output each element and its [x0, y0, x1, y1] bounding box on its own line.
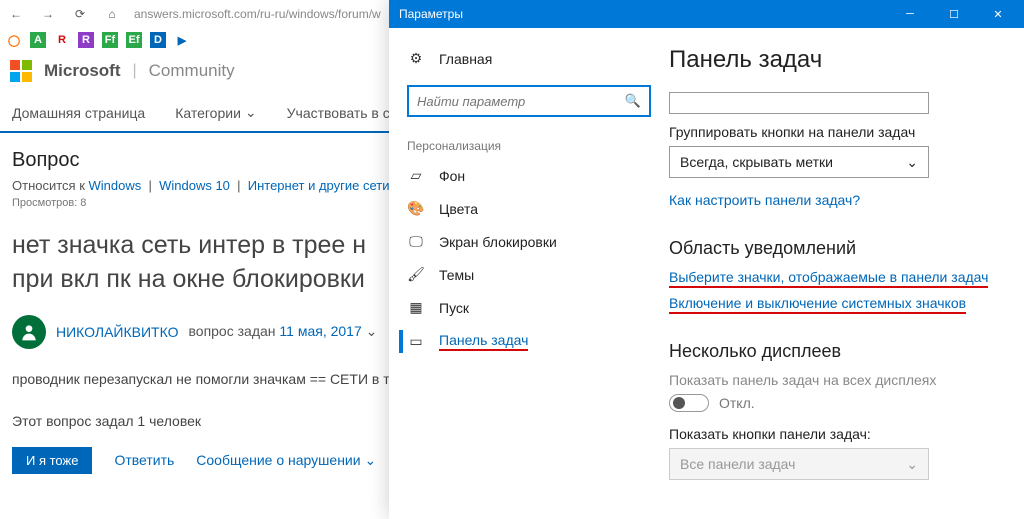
show-buttons-dropdown: Все панели задач ⌄ — [669, 448, 929, 480]
select-icons-link[interactable]: Выберите значки, отображаемые в панели з… — [669, 269, 988, 285]
chevron-down-icon[interactable]: ⌄ — [366, 323, 378, 339]
howto-link[interactable]: Как настроить панели задач? — [669, 192, 860, 208]
settings-home[interactable]: ⚙ Главная — [399, 42, 659, 75]
fav-icon-5[interactable]: Ff — [102, 32, 118, 48]
chevron-down-icon: ⌄ — [906, 456, 918, 473]
taskbar-icon: ▭ — [407, 333, 425, 350]
lock-icon: 🖵 — [407, 233, 425, 250]
fav-icon-1[interactable]: ◯ — [6, 32, 22, 48]
post-date-link[interactable]: 11 мая, 2017 — [279, 323, 361, 339]
forward-icon[interactable]: → — [38, 4, 58, 24]
search-input[interactable] — [417, 94, 625, 109]
settings-search[interactable]: 🔍 — [407, 85, 651, 117]
titlebar[interactable]: Параметры ─ ☐ ✕ — [389, 0, 1024, 28]
author-link[interactable]: НИКОЛАЙКВИТКО — [56, 324, 179, 340]
bc-windows[interactable]: Windows — [89, 178, 142, 193]
search-icon: 🔍 — [625, 93, 641, 109]
multi-taskbar-toggle[interactable] — [669, 394, 709, 412]
settings-window: Параметры ─ ☐ ✕ ⚙ Главная 🔍 Персонализац… — [389, 0, 1024, 519]
bc-internet[interactable]: Интернет и другие сети — [248, 178, 390, 193]
report-link[interactable]: Сообщение о нарушении ⌄ — [196, 452, 376, 469]
window-title: Параметры — [399, 7, 888, 21]
minimize-button[interactable]: ─ — [888, 0, 932, 28]
reply-link[interactable]: Ответить — [114, 452, 174, 468]
home-icon[interactable]: ⌂ — [102, 4, 122, 24]
fav-icon-3[interactable]: R — [54, 32, 70, 48]
chevron-down-icon: ⌄ — [906, 154, 918, 171]
nav-background[interactable]: ▱Фон — [399, 159, 659, 192]
brush-icon: 🖌 — [407, 266, 425, 283]
toggle-state: Откл. — [719, 395, 755, 411]
nav-themes[interactable]: 🖌Темы — [399, 258, 659, 291]
nav-lockscreen[interactable]: 🖵Экран блокировки — [399, 225, 659, 258]
combine-label: Группировать кнопки на панели задач — [669, 124, 1014, 140]
multi-taskbar-label: Показать панель задач на всех дисплеях — [669, 372, 1014, 388]
nav-home[interactable]: Домашняя страница — [12, 104, 145, 121]
palette-icon: 🎨 — [407, 200, 425, 217]
me-too-button[interactable]: И я тоже — [12, 447, 92, 474]
avatar[interactable] — [12, 315, 46, 349]
close-button[interactable]: ✕ — [976, 0, 1020, 28]
picture-icon: ▱ — [407, 167, 425, 184]
nav-taskbar[interactable]: ▭Панель задач — [399, 324, 659, 359]
community-label[interactable]: Community — [149, 61, 235, 81]
nav-start[interactable]: ▦Пуск — [399, 291, 659, 324]
microsoft-logo[interactable] — [10, 60, 32, 82]
asked-label: вопрос задан 11 мая, 2017 ⌄ — [189, 323, 378, 340]
fav-icon-7[interactable]: D — [150, 32, 166, 48]
refresh-icon[interactable]: ⟳ — [70, 4, 90, 24]
multi-display-heading: Несколько дисплеев — [669, 341, 1014, 362]
section-label: Персонализация — [399, 121, 659, 159]
combine-dropdown[interactable]: Всегда, скрывать метки ⌄ — [669, 146, 929, 178]
brand-divider: | — [133, 62, 137, 80]
system-icons-link[interactable]: Включение и выключение системных значков — [669, 295, 966, 311]
page-title: Панель задач — [669, 46, 1014, 74]
start-icon: ▦ — [407, 299, 425, 316]
fav-icon-4[interactable]: R — [78, 32, 94, 48]
back-icon[interactable]: ← — [6, 4, 26, 24]
fav-icon-8[interactable]: ▶ — [174, 32, 190, 48]
maximize-button[interactable]: ☐ — [932, 0, 976, 28]
nav-colors[interactable]: 🎨Цвета — [399, 192, 659, 225]
chevron-down-icon: ⌄ — [245, 104, 257, 121]
nav-categories[interactable]: Категории⌄ — [175, 104, 256, 121]
fav-icon-2[interactable]: A — [30, 32, 46, 48]
show-buttons-label: Показать кнопки панели задач: — [669, 426, 1014, 442]
gear-icon: ⚙ — [407, 50, 425, 67]
fav-icon-6[interactable]: Ef — [126, 32, 142, 48]
person-icon — [19, 322, 39, 342]
notification-area-heading: Область уведомлений — [669, 238, 1014, 259]
bc-windows10[interactable]: Windows 10 — [159, 178, 230, 193]
hidden-dropdown[interactable] — [669, 92, 929, 114]
brand-label: Microsoft — [44, 61, 121, 81]
